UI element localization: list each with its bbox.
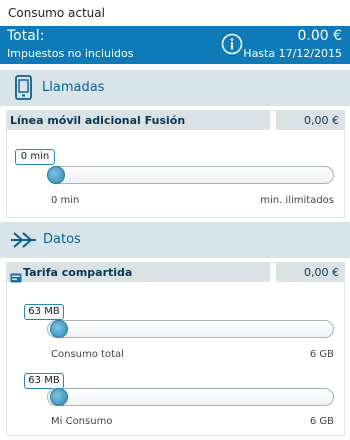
line-amount: 0,00 € [276,111,345,130]
minutes-usage-knob [47,166,65,184]
section-label-calls: Llamadas [42,80,105,95]
calls-line-card: Línea móvil adicional Fusión 0,00 € 0 mi… [6,110,345,218]
section-header-data[interactable]: Datos [0,222,350,258]
billing-until-date: Hasta 17/12/2015 [243,47,342,60]
taxes-note: Impuestos no incluidos [7,47,134,60]
phone-icon [14,75,34,105]
total-label: Total: [7,28,45,44]
my-usage-value-label: 63 MB [24,373,64,389]
card-icon [10,268,22,287]
total-usage-max-label: 6 GB [309,349,334,360]
plan-amount: 0,00 € [276,263,345,282]
shared-plan-card: Tarifa compartida 0,00 € 63 MB Consumo t… [6,262,345,436]
minutes-max-label: min. ilimitados [260,195,334,206]
total-usage-bar [47,320,334,338]
page-title: Consumo actual [8,6,105,20]
total-usage-min-label: Consumo total [51,349,124,360]
minutes-usage-bar [47,166,334,184]
my-usage-knob [49,388,68,406]
my-usage-bar [47,388,334,406]
total-usage-value-label: 63 MB [24,304,64,320]
total-amount: 0.00 € [297,28,342,44]
info-icon[interactable] [221,33,243,55]
total-usage-knob [49,320,68,338]
section-header-calls[interactable]: Llamadas [0,70,350,106]
total-banner: Total: Impuestos no incluidos 0.00 € Has… [0,26,350,64]
minutes-min-label: 0 min [51,195,80,206]
my-usage-min-label: Mi Consumo [51,416,113,427]
minutes-value-label: 0 min [15,149,55,165]
my-usage-max-label: 6 GB [309,416,334,427]
line-name: Línea móvil adicional Fusión [7,111,270,130]
double-chevron-right-icon [11,231,39,253]
section-label-data: Datos [43,232,81,247]
plan-name: Tarifa compartida [7,263,270,282]
